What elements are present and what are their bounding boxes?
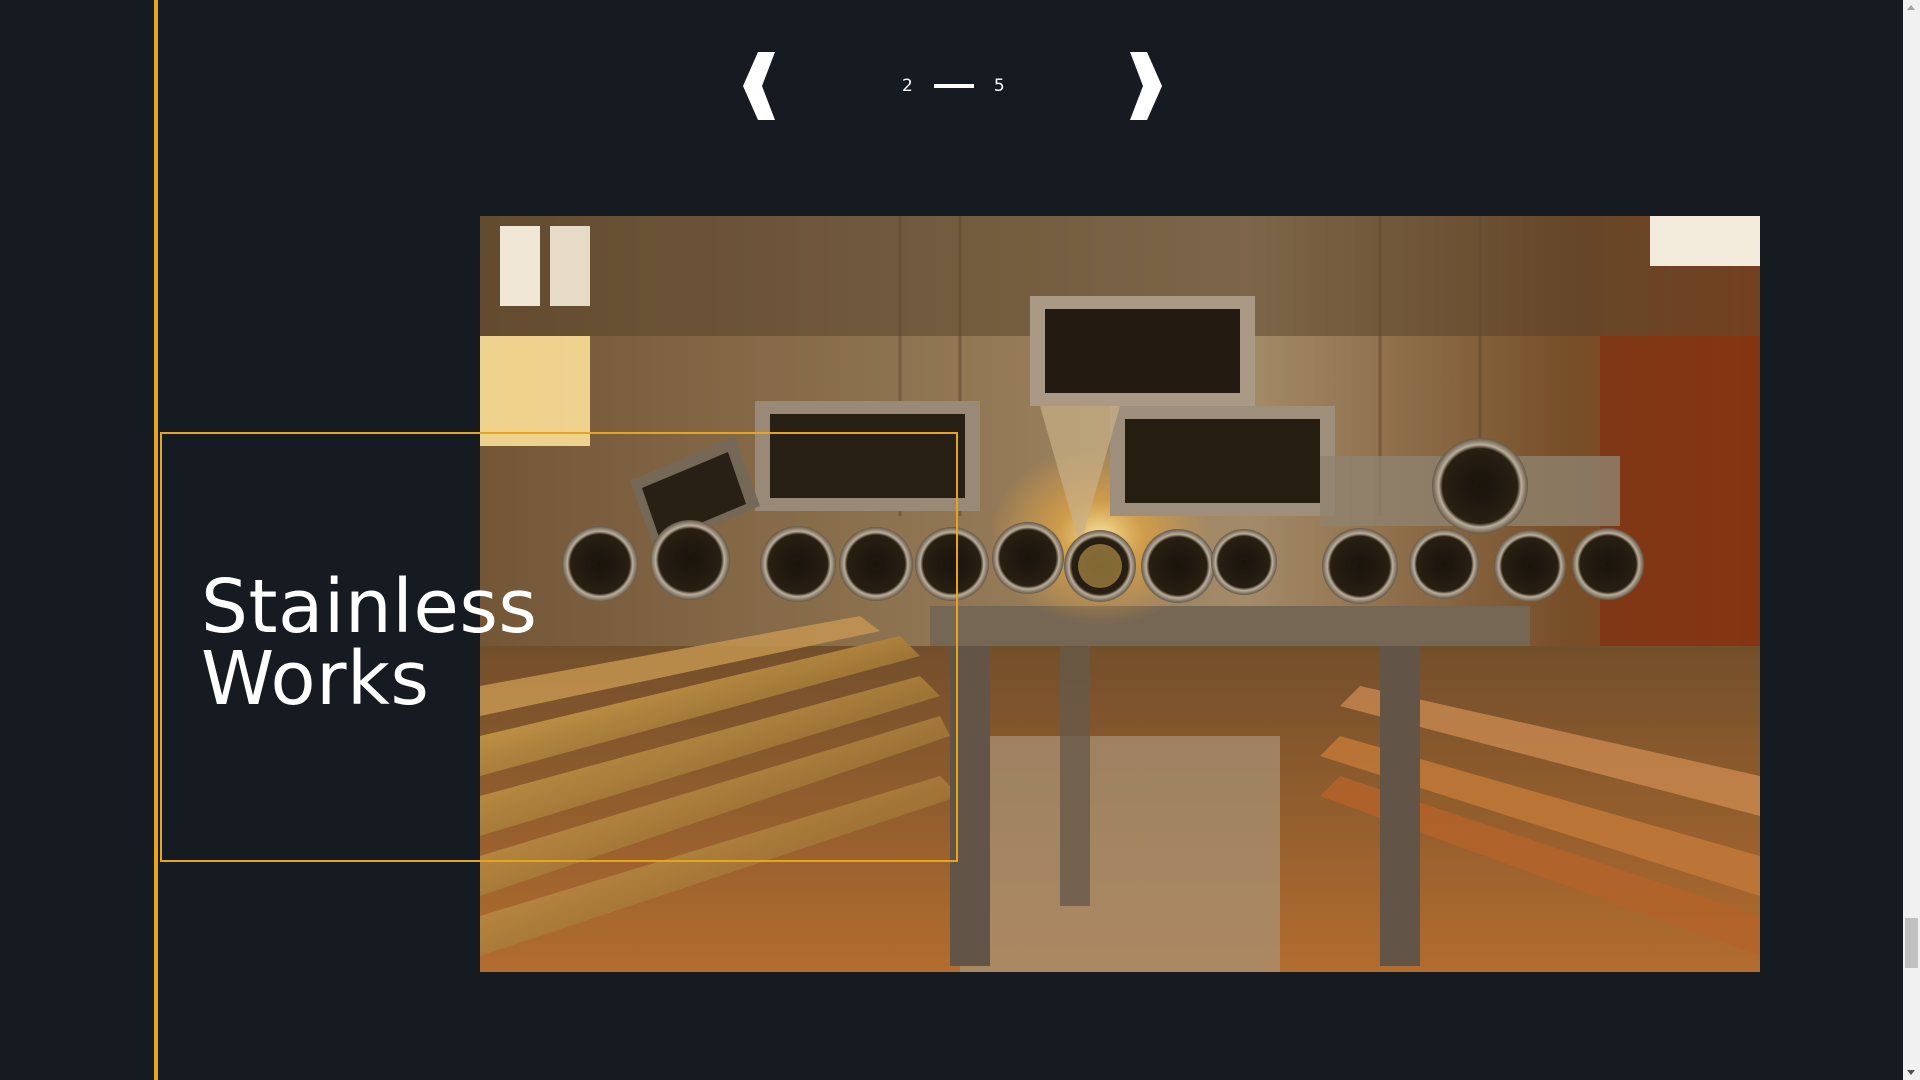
slide-total: 5 [993, 76, 1005, 96]
slide-counter: 2 5 [902, 76, 1005, 96]
scroll-thumb[interactable] [1905, 918, 1918, 968]
counter-separator [933, 84, 974, 88]
chevron-right-icon [1130, 52, 1162, 120]
slider-navigation: 2 5 [740, 52, 1165, 122]
slide-current: 2 [902, 76, 913, 96]
scroll-down-icon[interactable] [1907, 1070, 1915, 1075]
hero-title-line-1: Stainless [201, 564, 538, 650]
accent-rule [154, 0, 158, 1080]
page-scrollbar[interactable] [1903, 0, 1920, 1080]
slider-next-button[interactable] [1125, 52, 1165, 120]
chevron-left-icon [743, 52, 775, 120]
steel-pipes-photo [480, 216, 1760, 972]
hero-title: Stainless Works [201, 564, 538, 722]
scroll-up-icon[interactable] [1907, 5, 1915, 10]
hero-title-line-2: Works [201, 636, 430, 722]
slider-prev-button[interactable] [740, 52, 780, 120]
